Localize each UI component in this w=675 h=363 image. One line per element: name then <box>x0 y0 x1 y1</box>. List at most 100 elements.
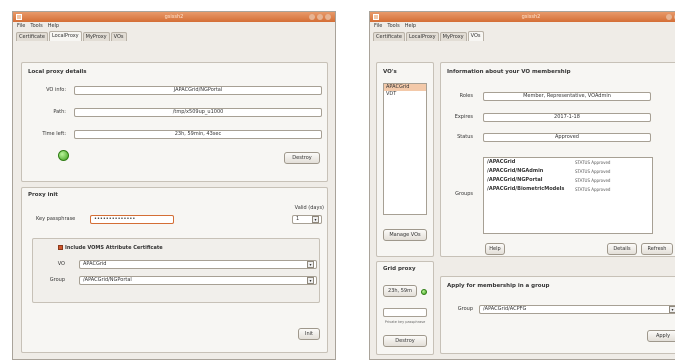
apply-group-select[interactable]: /APACGrid/ACPFG ▾ <box>479 305 675 314</box>
group-select[interactable]: /APACGrid/NGPortal ▾ <box>79 276 317 285</box>
window-title: gsissh2 <box>521 14 541 20</box>
destroy-button[interactable]: Destroy <box>284 152 320 164</box>
group-name: /APACGrid/NGAdmin <box>487 168 544 174</box>
proxy-init-heading: Proxy init <box>28 192 58 198</box>
menu-help[interactable]: Help <box>405 23 416 29</box>
tab-localproxy[interactable]: LocalProxy <box>48 31 82 41</box>
valid-days-spinner[interactable]: 1 ▾ <box>292 215 322 224</box>
vo-info-label: VO info: <box>46 87 66 93</box>
menu-tools[interactable]: Tools <box>30 23 42 29</box>
group-row[interactable]: /APACGrid/BiometricModels STATUS Approved <box>484 185 652 194</box>
apply-group-value: /APACGrid/ACPFG <box>483 306 527 312</box>
include-voms-label: Include VOMS Attribute Certificate <box>65 245 163 251</box>
tab-localproxy[interactable]: LocalProxy <box>405 32 439 41</box>
menu-help[interactable]: Help <box>48 23 59 29</box>
menu-file[interactable]: File <box>374 23 382 29</box>
roles-label: Roles <box>459 93 473 99</box>
manage-vos-button[interactable]: Manage VOs <box>383 229 427 241</box>
path-label: Path: <box>53 109 66 115</box>
proxy-status-icon <box>421 289 427 295</box>
minimize-icon[interactable] <box>666 14 672 20</box>
vo-membership-panel: Information about your VO membership Rol… <box>440 62 675 257</box>
chevron-down-icon[interactable]: ▾ <box>307 277 314 284</box>
group-name: /APACGrid/NGPortal <box>487 177 543 183</box>
vos-panel: VO's APACGrid VDT Manage VOs <box>376 62 434 257</box>
title-bar: gsissh2 <box>13 12 335 22</box>
tab-myproxy[interactable]: MyProxy <box>439 32 467 41</box>
group-row[interactable]: /APACGrid STATUS Approved <box>484 158 652 167</box>
tab-certificate[interactable]: Certificate <box>373 32 405 41</box>
vo-info-field: JAPACGrid/NGPortal <box>74 86 322 95</box>
group-row[interactable]: /APACGrid/NGAdmin STATUS Approved <box>484 167 652 176</box>
group-status: STATUS Approved <box>575 178 611 183</box>
tab-myproxy[interactable]: MyProxy <box>82 32 110 41</box>
group-name: /APACGrid/BiometricModels <box>487 186 565 192</box>
refresh-button[interactable]: Refresh <box>641 243 673 255</box>
vo-list-item-apacgrid[interactable]: APACGrid <box>384 84 426 91</box>
window-localproxy: gsissh2 File Tools Help Certificate Loca… <box>12 11 336 360</box>
key-passphrase-label: Key passphrase <box>36 216 76 222</box>
include-voms-checkbox[interactable]: Include VOMS Attribute Certificate <box>58 245 163 251</box>
group-name: /APACGrid <box>487 159 516 165</box>
status-field: Approved <box>483 133 651 142</box>
expires-field: 2017-1-18 <box>483 113 651 122</box>
tab-certificate[interactable]: Certificate <box>16 32 48 41</box>
groups-label: Groups <box>455 191 473 197</box>
menu-bar: File Tools Help <box>13 22 335 30</box>
vo-select-value: APACGrid <box>83 261 107 267</box>
grid-proxy-panel: Grid proxy 23h, 59m Private key passphra… <box>376 261 434 355</box>
key-passphrase-input[interactable]: •••••••••••••• <box>90 215 174 224</box>
chevron-down-icon[interactable]: ▾ <box>669 306 675 313</box>
group-select-value: /APACGrid/NGPortal <box>83 277 132 283</box>
grid-proxy-heading: Grid proxy <box>383 266 416 272</box>
time-left-field: 23h, 59min, 43sec <box>74 130 322 139</box>
path-field: /tmp/x509up_u1000 <box>74 108 322 117</box>
menu-tools[interactable]: Tools <box>387 23 399 29</box>
vo-select[interactable]: APACGrid ▾ <box>79 260 317 269</box>
vo-label: VO <box>57 261 65 267</box>
time-left-label: Time left: <box>42 131 66 137</box>
grid-proxy-time: 23h, 59m <box>383 285 417 297</box>
group-row[interactable]: /APACGrid/NGPortal STATUS Approved <box>484 176 652 185</box>
apply-membership-panel: Apply for membership in a group Group /A… <box>440 276 675 354</box>
membership-heading: Information about your VO membership <box>447 69 571 75</box>
vo-list-item-vdt[interactable]: VDT <box>384 91 426 98</box>
apply-group-label: Group <box>457 306 473 312</box>
group-label: Group <box>49 277 65 283</box>
window-vos: gsissh2 File Tools Help Certificate Loca… <box>369 11 675 360</box>
status-label: Status <box>457 134 473 140</box>
valid-days-value: 1 <box>296 216 300 222</box>
help-button[interactable]: Help <box>485 243 505 255</box>
tab-bar: Certificate LocalProxy MyProxy VOs <box>13 30 335 41</box>
title-bar: gsissh2 <box>370 12 675 22</box>
proxy-init-panel: Proxy init Valid (days) Key passphrase •… <box>21 187 328 353</box>
apply-button[interactable]: Apply <box>647 330 675 342</box>
tab-vos[interactable]: VOs <box>467 31 484 41</box>
local-proxy-panel: Local proxy details VO info: JAPACGrid/N… <box>21 62 328 182</box>
local-proxy-heading: Local proxy details <box>28 69 87 75</box>
menu-bar: File Tools Help <box>370 22 675 30</box>
tab-vos[interactable]: VOs <box>110 32 127 41</box>
maximize-icon[interactable] <box>317 14 323 20</box>
window-title: gsissh2 <box>164 14 184 20</box>
menu-file[interactable]: File <box>17 23 25 29</box>
roles-field: Member, Representative, VOAdmin <box>483 92 651 101</box>
tab-bar: Certificate LocalProxy MyProxy VOs <box>370 30 675 41</box>
apply-heading: Apply for membership in a group <box>447 283 550 289</box>
proxy-status-icon <box>58 150 69 161</box>
spinner-arrow-icon[interactable]: ▾ <box>312 216 319 223</box>
destroy-button[interactable]: Destroy <box>383 335 427 347</box>
minimize-icon[interactable] <box>309 14 315 20</box>
group-status: STATUS Approved <box>575 187 611 192</box>
vo-list[interactable]: APACGrid VDT <box>383 83 427 215</box>
close-icon[interactable] <box>325 14 331 20</box>
groups-list[interactable]: /APACGrid STATUS Approved /APACGrid/NGAdm… <box>483 157 653 234</box>
details-button[interactable]: Details <box>607 243 637 255</box>
checkbox-icon[interactable] <box>58 245 63 250</box>
vos-heading: VO's <box>383 69 397 75</box>
private-key-passphrase-input[interactable] <box>383 308 427 317</box>
init-button[interactable]: Init <box>298 328 320 340</box>
private-key-label: Private key passphrase <box>384 320 426 324</box>
chevron-down-icon[interactable]: ▾ <box>307 261 314 268</box>
voms-box: Include VOMS Attribute Certificate VO AP… <box>32 238 320 303</box>
